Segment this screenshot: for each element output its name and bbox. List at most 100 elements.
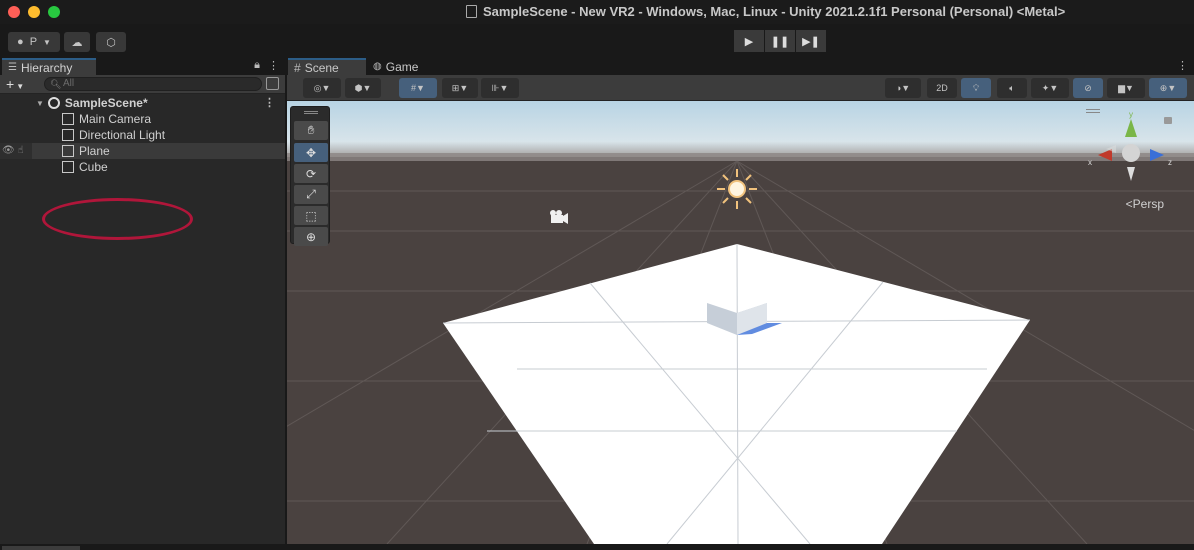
hierarchy-item-label: Directional Light bbox=[79, 128, 166, 142]
tab-scene[interactable]: # Scene bbox=[288, 58, 366, 75]
move-tool-button[interactable]: ✥ bbox=[294, 143, 328, 162]
hierarchy-panel: ☰ Hierarchy 🔒︎ ⋮ + ▼ 🔍︎ All ▼ SampleScene… bbox=[0, 58, 285, 544]
unity-scene-icon bbox=[47, 97, 60, 109]
play-icon: ▶ bbox=[744, 35, 754, 48]
pause-button[interactable]: ❚❚ bbox=[765, 30, 795, 52]
hierarchy-item-directional-light[interactable]: Directional Light bbox=[0, 127, 285, 143]
hierarchy-item-label: Cube bbox=[79, 160, 108, 174]
gameobject-icon bbox=[62, 113, 74, 125]
pause-icon: ❚❚ bbox=[770, 35, 790, 48]
play-controls: ▶ ❚❚ ▶❚ bbox=[734, 30, 826, 52]
kebab-menu-icon[interactable]: ⋮ bbox=[1177, 59, 1188, 72]
transform-tool-button[interactable]: ⊕ bbox=[294, 227, 328, 246]
window-controls bbox=[8, 6, 60, 18]
effects-dropdown[interactable]: ✦ ▼ bbox=[1031, 78, 1069, 98]
gamepad-icon: ◍ bbox=[373, 61, 382, 72]
expand-arrow-icon[interactable]: ▼ bbox=[36, 99, 44, 108]
hand-tool-button[interactable]: ✋︎ bbox=[294, 121, 328, 140]
window-title-wrap: SampleScene - New VR2 - Windows, Mac, Li… bbox=[466, 4, 1065, 19]
search-filter-icon[interactable] bbox=[266, 77, 279, 90]
hierarchy-item-label: Plane bbox=[79, 144, 110, 158]
increment-snap-dropdown[interactable]: ⊞ ▼ bbox=[442, 78, 478, 98]
gizmos-dropdown[interactable]: ⊕ ▼ bbox=[1149, 78, 1187, 98]
annotation-ellipse bbox=[42, 198, 193, 240]
draw-mode-dropdown[interactable]: ◎ ▼ bbox=[303, 78, 341, 98]
tab-hierarchy[interactable]: ☰ Hierarchy bbox=[2, 58, 96, 75]
eye-slash-icon: ⊘ bbox=[1084, 82, 1092, 93]
hierarchy-item-plane[interactable]: 👁︎ ☝︎ Plane bbox=[0, 143, 285, 159]
chevron-down-icon: ▼ bbox=[499, 83, 509, 93]
gizmo-y-label: y bbox=[1129, 110, 1133, 119]
chevron-left-icon: < bbox=[1125, 197, 1133, 211]
rect-tool-button[interactable]: ⬚ bbox=[294, 206, 328, 225]
collab-button[interactable]: ⬡ bbox=[96, 32, 126, 52]
render-mode-dropdown[interactable]: ⬢ ▼ bbox=[345, 78, 381, 98]
gizmo-z-label: z bbox=[1168, 158, 1172, 167]
list-icon: ☰ bbox=[8, 62, 17, 73]
minimize-window-button[interactable] bbox=[28, 6, 40, 18]
persp-label: Persp bbox=[1132, 197, 1164, 211]
play-button[interactable]: ▶ bbox=[734, 30, 764, 52]
hierarchy-item-cube[interactable]: Cube bbox=[0, 159, 285, 175]
gizmo-x-label: x bbox=[1088, 158, 1092, 167]
scene-row[interactable]: ▼ SampleScene* ⋮ bbox=[0, 95, 285, 111]
bottom-tab[interactable] bbox=[2, 546, 80, 550]
lock-icon[interactable]: 🔒︎ bbox=[254, 59, 260, 72]
hierarchy-search-input[interactable]: 🔍︎ All bbox=[44, 77, 262, 91]
hierarchy-search-row: + ▼ 🔍︎ All bbox=[0, 75, 285, 94]
shading-dropdown[interactable]: ◑ ▼ bbox=[885, 78, 921, 98]
projection-toggle[interactable]: <Persp bbox=[1126, 197, 1164, 211]
ruler-icon: ⊪ bbox=[491, 82, 500, 93]
hierarchy-item-main-camera[interactable]: Main Camera bbox=[0, 111, 285, 127]
scene-viewport[interactable]: ✋︎ ✥ ⟳ ⤢ ⬚ ⊕ y x z <Persp bbox=[287, 101, 1194, 544]
scene-kebab-icon[interactable]: ⋮ bbox=[264, 96, 275, 109]
add-button[interactable]: + ▼ bbox=[6, 76, 24, 92]
scene-view-toolbar: ◎ ▼ ⬢ ▼ # ▼ ⊞ ▼ ⊪ ▼ ◑ ▼ 2D 💡︎ 🔈︎ ✦ ▼ ⊘ ▆… bbox=[287, 75, 1194, 101]
scene-panel: # Scene ◍ Game ⋮ ◎ ▼ ⬢ ▼ # ▼ ⊞ ▼ ⊪ ▼ ◑ ▼… bbox=[287, 58, 1194, 544]
rotate-icon: ⟳ bbox=[305, 166, 317, 181]
camera-icon: ▆ bbox=[1118, 82, 1125, 93]
hierarchy-tabbar: ☰ Hierarchy 🔒︎ ⋮ bbox=[0, 58, 285, 75]
2d-toggle[interactable]: 2D bbox=[927, 78, 957, 98]
kebab-menu-icon[interactable]: ⋮ bbox=[268, 59, 279, 72]
chevron-down-icon: ▼ bbox=[1125, 83, 1134, 93]
chevron-down-icon: ▼ bbox=[1049, 83, 1059, 93]
eye-icon[interactable]: 👁︎ ☝︎ bbox=[2, 145, 24, 156]
speaker-icon: 🔈︎ bbox=[1009, 82, 1015, 93]
scale-icon: ⤢ bbox=[306, 187, 316, 201]
scene-name: SampleScene* bbox=[64, 96, 148, 110]
sun-icon[interactable] bbox=[717, 169, 757, 209]
window-title: SampleScene - New VR2 - Windows, Mac, Li… bbox=[483, 4, 1066, 19]
cloud-button[interactable]: ☁ bbox=[64, 32, 90, 52]
rect-icon: ⬚ bbox=[305, 208, 317, 223]
grid-snapping-toggle[interactable]: # ▼ bbox=[399, 78, 437, 98]
palette-handle-icon[interactable] bbox=[304, 111, 318, 114]
scale-tool-button[interactable]: ⤢ bbox=[294, 185, 328, 204]
tab-game[interactable]: ◍ Game bbox=[371, 58, 418, 75]
ruler-dropdown[interactable]: ⊪ ▼ bbox=[481, 78, 519, 98]
hierarchy-tree: ▼ SampleScene* ⋮ Main Camera Directional… bbox=[0, 95, 285, 175]
rotate-tool-button[interactable]: ⟳ bbox=[294, 164, 328, 183]
chevron-down-icon: ▼ bbox=[459, 83, 469, 93]
sky bbox=[287, 101, 1194, 159]
audio-toggle[interactable]: 🔈︎ bbox=[997, 78, 1027, 98]
title-bar: SampleScene - New VR2 - Windows, Mac, Li… bbox=[0, 0, 1194, 24]
chevron-down-icon: ▼ bbox=[43, 37, 51, 47]
bottom-panel-strip bbox=[0, 544, 1194, 550]
tool-palette: ✋︎ ✥ ⟳ ⤢ ⬚ ⊕ bbox=[290, 106, 330, 246]
lightbulb-icon: 💡︎ bbox=[972, 82, 980, 93]
lighting-toggle[interactable]: 💡︎ bbox=[961, 78, 991, 98]
cube-render-icon: ⬢ bbox=[354, 82, 363, 93]
horizon-haze bbox=[287, 153, 1194, 161]
scene-visibility-toggle[interactable]: ⊘ bbox=[1073, 78, 1103, 98]
step-button[interactable]: ▶❚ bbox=[796, 30, 826, 52]
close-window-button[interactable] bbox=[8, 6, 20, 18]
chevron-down-icon: ▼ bbox=[416, 83, 425, 93]
account-dropdown[interactable]: ● P ▼ bbox=[8, 32, 60, 52]
maximize-window-button[interactable] bbox=[48, 6, 60, 18]
draw-mode-icon: ◎ bbox=[313, 82, 322, 93]
camera-dropdown[interactable]: ▆ ▼ bbox=[1107, 78, 1145, 98]
game-tab-label: Game bbox=[385, 59, 419, 74]
orientation-gizmo[interactable]: y x z bbox=[1086, 109, 1176, 189]
gizmos-icon: ⊕ bbox=[1159, 82, 1168, 93]
